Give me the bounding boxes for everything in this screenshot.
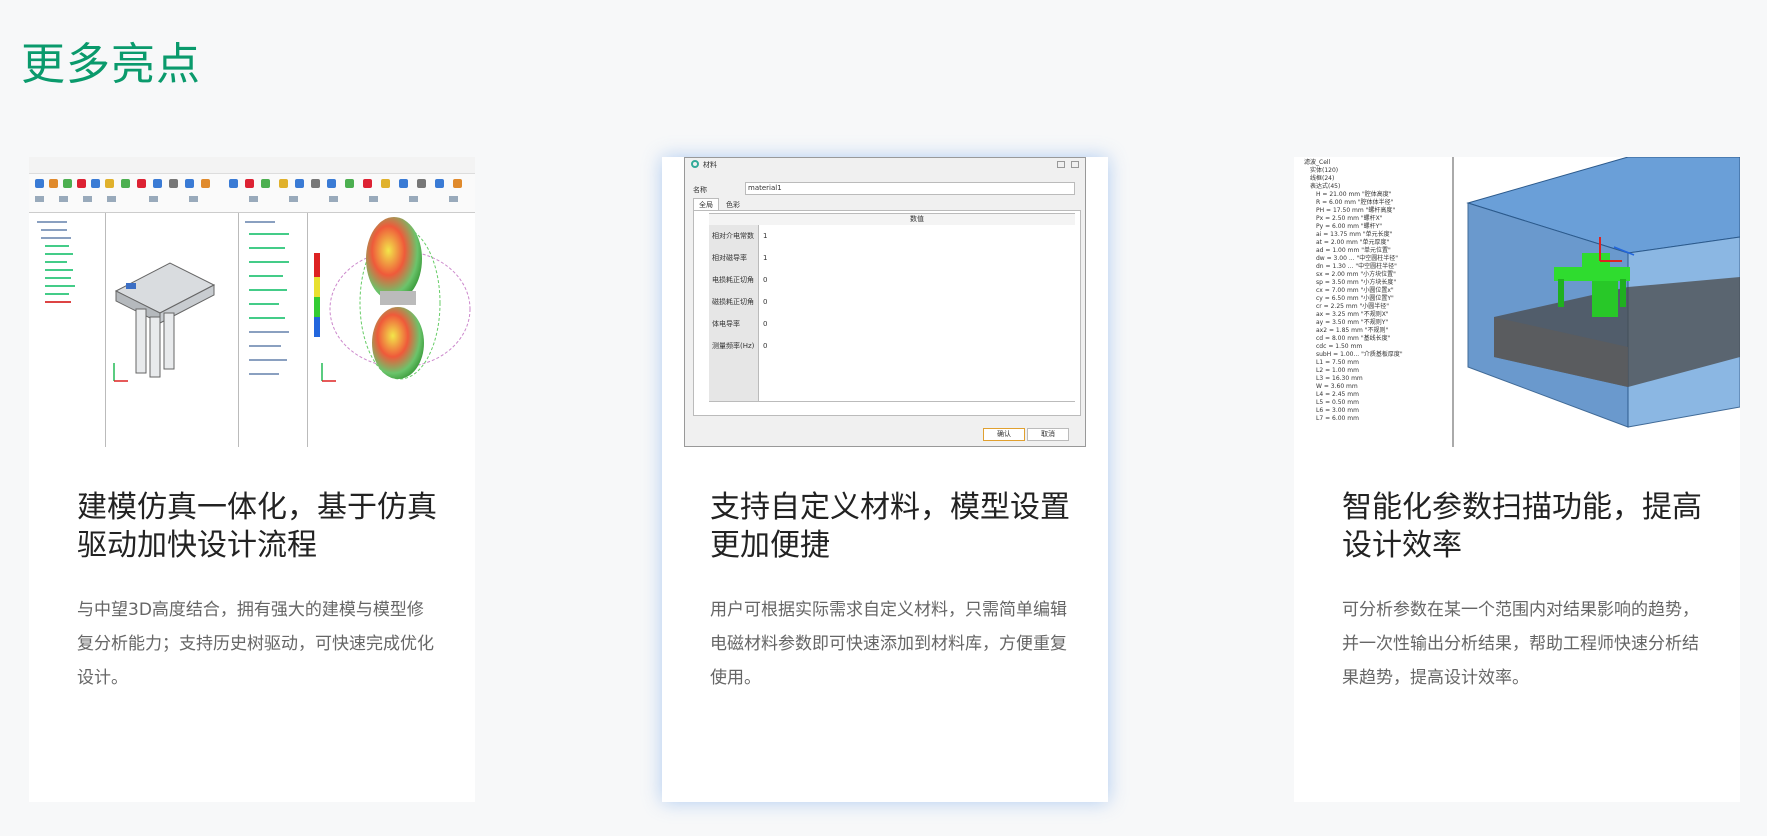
modeling-simulation-screenshot: [29, 157, 475, 447]
card-title: 智能化参数扫描功能，提高设计效率: [1342, 490, 1702, 563]
table-row[interactable]: 电损耗正切角 0: [709, 269, 1075, 292]
radiation-pattern-icon: [314, 217, 471, 382]
maximize-icon: [1057, 161, 1065, 168]
card-description: 用户可根据实际需求自定义材料，只需简单编辑电磁材料参数即可快速添加到材料库，方便…: [710, 600, 1067, 688]
feature-card-modeling: 建模仿真一体化，基于仿真驱动加快设计流程 与中望3D高度结合，拥有强大的建模与模…: [29, 157, 475, 802]
cad-model-icon: [113, 262, 216, 382]
parameter-sweep-screenshot: 滤波_Cell 实体(120) 线框(24) 表达式(45) H = 21.00…: [1294, 157, 1740, 447]
card-title: 支持自定义材料，模型设置更加便捷: [710, 490, 1070, 563]
gear-icon: [691, 160, 699, 168]
filter-cavity-model-icon: [1466, 157, 1740, 428]
table-row[interactable]: 体电导率(s/m)0: [709, 313, 1075, 350]
table-row: [709, 357, 1075, 402]
card-description: 可分析参数在某一个范围内对结果影响的趋势，并一次性输出分析结果，帮助工程师快速分…: [1342, 600, 1699, 688]
feature-card-parameter-sweep: 滤波_Cell 实体(120) 线框(24) 表达式(45) H = 21.00…: [1294, 157, 1740, 802]
close-icon: [1071, 161, 1079, 168]
name-input[interactable]: material1: [745, 182, 1075, 195]
feature-card-material: 材料 名称 material1 全局 色彩 数值 相对介电常数 1 相对磁导率 1 …: [662, 157, 1108, 802]
3d-viewport[interactable]: [1454, 157, 1740, 447]
cancel-button[interactable]: 取消: [1027, 428, 1069, 441]
section-title: 更多亮点: [21, 39, 201, 90]
confirm-button[interactable]: 确认: [983, 428, 1025, 441]
table-row[interactable]: 测量频率(Hz) 0: [709, 335, 1075, 358]
material-dialog-screenshot: 材料 名称 material1 全局 色彩 数值 相对介电常数 1 相对磁导率 1 …: [662, 157, 1108, 447]
table-row[interactable]: 磁损耗正切角 0: [709, 291, 1075, 314]
name-label: 名称: [693, 186, 707, 194]
value-column-header: 数值: [910, 215, 924, 223]
dialog-title: 材料: [703, 161, 717, 169]
card-title: 建模仿真一体化，基于仿真驱动加快设计流程: [77, 490, 437, 563]
table-row[interactable]: 相对介电常数 1: [709, 225, 1075, 248]
parameter-tree: 滤波_Cell 实体(120) 线框(24) 表达式(45) H = 21.00…: [1294, 157, 1454, 447]
card-description: 与中望3D高度结合，拥有强大的建模与模型修复分析能力；支持历史树驱动，可快速完成…: [77, 600, 434, 688]
table-row[interactable]: 相对磁导率 1: [709, 247, 1075, 270]
